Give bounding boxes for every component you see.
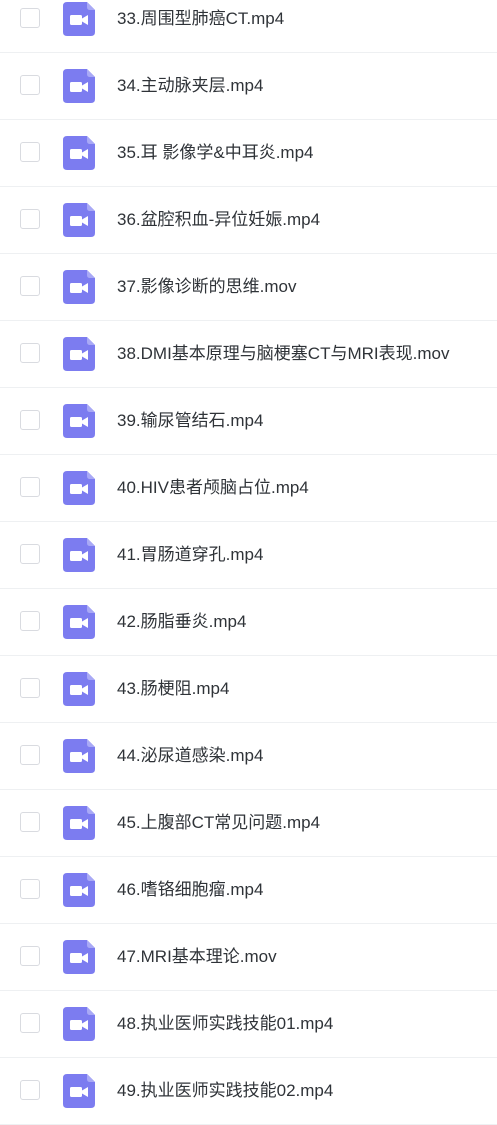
file-row[interactable]: 38.DMI基本原理与脑梗塞CT与MRI表现.mov [0, 321, 497, 388]
file-name[interactable]: 44.泌尿道感染.mp4 [117, 745, 263, 767]
video-file-icon [63, 136, 95, 170]
file-name[interactable]: 39.输尿管结石.mp4 [117, 410, 263, 432]
video-file-icon [63, 404, 95, 438]
file-row[interactable]: 34.主动脉夹层.mp4 [0, 53, 497, 120]
video-file-icon [63, 1074, 95, 1108]
video-file-icon [63, 1007, 95, 1041]
video-file-icon [63, 538, 95, 572]
select-checkbox[interactable] [20, 8, 40, 28]
select-checkbox[interactable] [20, 75, 40, 95]
select-checkbox[interactable] [20, 276, 40, 296]
file-name[interactable]: 48.执业医师实践技能01.mp4 [117, 1013, 333, 1035]
file-row[interactable]: 40.HIV患者颅脑占位.mp4 [0, 455, 497, 522]
video-file-icon [63, 806, 95, 840]
file-row[interactable]: 43.肠梗阻.mp4 [0, 656, 497, 723]
file-row[interactable]: 33.周围型肺癌CT.mp4 [0, 0, 497, 53]
select-checkbox[interactable] [20, 410, 40, 430]
file-row[interactable]: 36.盆腔积血-异位妊娠.mp4 [0, 187, 497, 254]
file-row[interactable]: 37.影像诊断的思维.mov [0, 254, 497, 321]
select-checkbox[interactable] [20, 477, 40, 497]
file-name[interactable]: 46.嗜铬细胞瘤.mp4 [117, 879, 263, 901]
video-file-icon [63, 873, 95, 907]
file-row[interactable]: 46.嗜铬细胞瘤.mp4 [0, 857, 497, 924]
file-name[interactable]: 37.影像诊断的思维.mov [117, 276, 296, 298]
video-file-icon [63, 337, 95, 371]
select-checkbox[interactable] [20, 1080, 40, 1100]
video-file-icon [63, 940, 95, 974]
file-row[interactable]: 39.输尿管结石.mp4 [0, 388, 497, 455]
file-name[interactable]: 33.周围型肺癌CT.mp4 [117, 8, 284, 30]
video-file-icon [63, 69, 95, 103]
video-file-icon [63, 203, 95, 237]
file-name[interactable]: 42.肠脂垂炎.mp4 [117, 611, 246, 633]
file-row[interactable]: 41.胃肠道穿孔.mp4 [0, 522, 497, 589]
file-name[interactable]: 36.盆腔积血-异位妊娠.mp4 [117, 209, 320, 231]
file-row[interactable]: 45.上腹部CT常见问题.mp4 [0, 790, 497, 857]
file-row[interactable]: 42.肠脂垂炎.mp4 [0, 589, 497, 656]
file-name[interactable]: 40.HIV患者颅脑占位.mp4 [117, 477, 309, 499]
file-name[interactable]: 49.执业医师实践技能02.mp4 [117, 1080, 333, 1102]
file-row[interactable]: 44.泌尿道感染.mp4 [0, 723, 497, 790]
file-name[interactable]: 41.胃肠道穿孔.mp4 [117, 544, 263, 566]
file-row[interactable]: 48.执业医师实践技能01.mp4 [0, 991, 497, 1058]
select-checkbox[interactable] [20, 544, 40, 564]
video-file-icon [63, 2, 95, 36]
file-row[interactable]: 47.MRI基本理论.mov [0, 924, 497, 991]
video-file-icon [63, 739, 95, 773]
video-file-icon [63, 672, 95, 706]
video-file-icon [63, 270, 95, 304]
select-checkbox[interactable] [20, 611, 40, 631]
select-checkbox[interactable] [20, 946, 40, 966]
file-list: 33.周围型肺癌CT.mp4 34.主动脉夹层.mp4 35.耳 影像学&中耳炎.m… [0, 0, 497, 1125]
select-checkbox[interactable] [20, 142, 40, 162]
file-name[interactable]: 45.上腹部CT常见问题.mp4 [117, 812, 320, 834]
select-checkbox[interactable] [20, 745, 40, 765]
file-name[interactable]: 47.MRI基本理论.mov [117, 946, 277, 968]
file-name[interactable]: 35.耳 影像学&中耳炎.mp4 [117, 142, 314, 164]
file-name[interactable]: 38.DMI基本原理与脑梗塞CT与MRI表现.mov [117, 343, 449, 365]
file-name[interactable]: 43.肠梗阻.mp4 [117, 678, 229, 700]
file-name[interactable]: 34.主动脉夹层.mp4 [117, 75, 263, 97]
select-checkbox[interactable] [20, 678, 40, 698]
select-checkbox[interactable] [20, 879, 40, 899]
select-checkbox[interactable] [20, 1013, 40, 1033]
select-checkbox[interactable] [20, 343, 40, 363]
select-checkbox[interactable] [20, 812, 40, 832]
file-row[interactable]: 35.耳 影像学&中耳炎.mp4 [0, 120, 497, 187]
video-file-icon [63, 605, 95, 639]
select-checkbox[interactable] [20, 209, 40, 229]
video-file-icon [63, 471, 95, 505]
